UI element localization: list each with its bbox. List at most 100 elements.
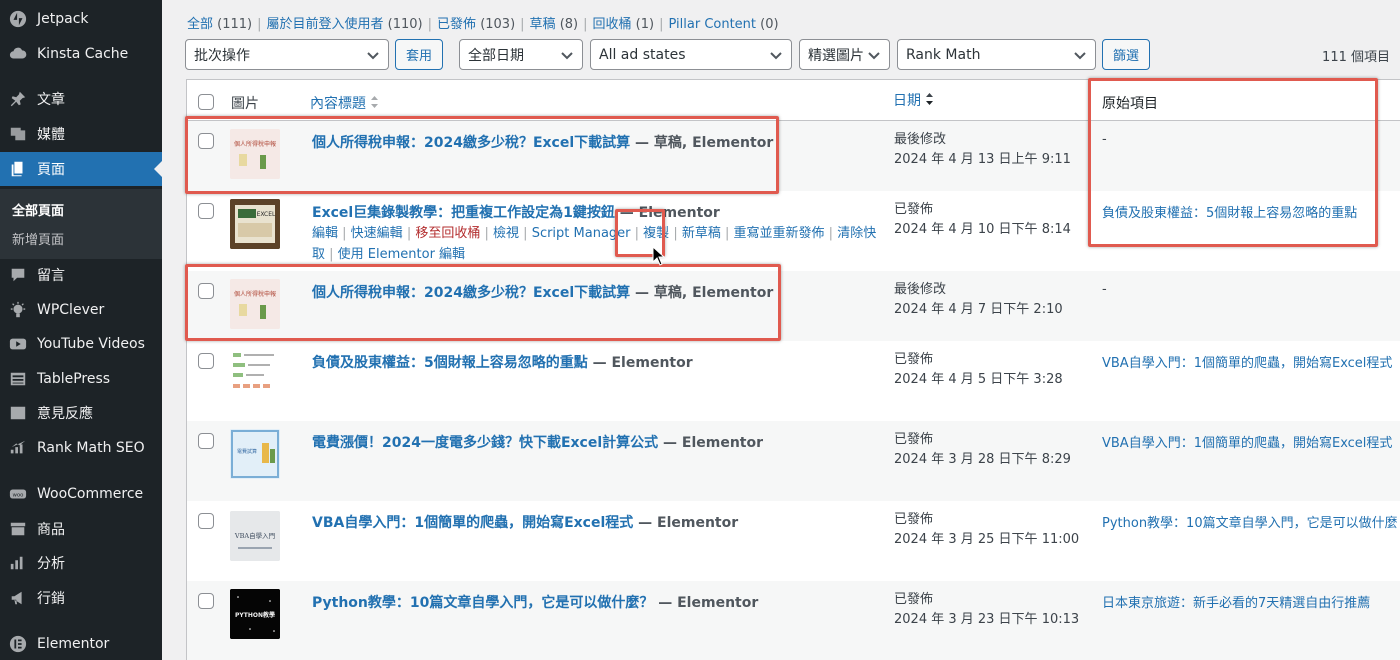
menu-item-woocommerce[interactable]: woo WooCommerce [0,477,162,511]
row-checkbox[interactable] [198,283,214,299]
menu-item-rank-math-seo[interactable]: Rank Math SEO [0,431,162,465]
row-date: 已發佈 2024 年 3 月 25 日下午 11:00 [894,512,1080,547]
column-image: 圖片 [231,96,259,112]
filter-button[interactable]: 篩選 [1102,39,1150,70]
page-title-link[interactable]: 負債及股東權益：5個財報上容易忽略的重點 [312,355,588,371]
menu-item-wpclever[interactable]: WPClever [0,293,162,327]
row-checkbox[interactable] [198,593,214,609]
view-trash[interactable]: 回收桶 (1) [593,17,655,32]
page-title-link[interactable]: 個人所得稅申報：2024繳多少稅？Excel下載試算 [312,135,630,151]
view-all[interactable]: 全部 (111) [187,17,252,32]
table-row: VBA自學入門 VBA自學入門：1個簡單的爬蟲，開始寫Excel程式 — Ele… [187,501,1400,581]
view-published[interactable]: 已發佈 (103) [437,17,515,32]
menu-item-posts[interactable]: 文章 [0,82,162,116]
row-checkbox[interactable] [198,513,214,529]
menu-label: 留言 [37,268,65,284]
action-view[interactable]: 檢視 [493,226,519,241]
menu-item-kinsta-cache[interactable]: Kinsta Cache [0,37,162,71]
svg-text:個人所得稅申報: 個人所得稅申報 [234,290,276,298]
menu-label: 行銷 [37,591,65,607]
elementor-icon [8,634,28,654]
thumbnail-image[interactable]: 個人所得稅申報 [230,279,280,329]
view-pillar-content[interactable]: Pillar Content (0) [668,17,778,32]
mouse-cursor-icon [652,245,666,266]
row-original-link[interactable]: VBA自學入門：1個簡單的爬蟲，開始寫Excel程式 [1102,352,1392,371]
action-new-draft[interactable]: 新草稿 [682,226,721,241]
page-title-link[interactable]: Python教學：10篇文章自學入門，它是可以做什麼？ [312,595,653,611]
action-script-manager[interactable]: Script Manager [532,226,631,241]
page-title-link[interactable]: 電費漲價！2024一度電多少錢？快下載Excel計算公式 [312,435,658,451]
row-title: VBA自學入門：1個簡單的爬蟲，開始寫Excel程式 — Elementor [312,512,738,532]
post-state: — 草稿, Elementor [630,285,774,301]
table-row: EXCEL Excel巨集錄製教學：把重複工作設定為1鍵按鈕 — Element… [187,191,1400,271]
thumbnail-image[interactable]: 電費試算 [230,429,280,479]
table-row: 負債及股東權益：5個財報上容易忽略的重點 — Elementor 已發佈 2024… [187,341,1400,421]
menu-item-tablepress[interactable]: TablePress [0,362,162,396]
row-actions: 編輯 | 快速編輯 | 移至回收桶 | 檢視 | Script Manager … [312,226,877,262]
page-title-link[interactable]: 個人所得稅申報：2024繳多少稅？Excel下載試算 [312,285,630,301]
chevron-down-icon [769,48,783,62]
view-mine[interactable]: 屬於目前登入使用者 (110) [267,17,423,32]
featured-image-select[interactable]: 精選圖片 [799,39,890,70]
youtube-icon [8,334,28,354]
menu-item-analytics[interactable]: 分析 [0,546,162,580]
menu-item-media[interactable]: 媒體 [0,117,162,151]
action-trash[interactable]: 移至回收桶 [415,226,480,241]
row-checkbox[interactable] [198,433,214,449]
menu-item-products[interactable]: 商品 [0,512,162,546]
action-edit-with-elementor[interactable]: 使用 Elementor 編輯 [338,247,465,262]
menu-item-youtube-videos[interactable]: YouTube Videos [0,327,162,361]
menu-label: Jetpack [37,11,89,27]
menu-label: 媒體 [37,127,65,143]
menu-item-jetpack[interactable]: Jetpack [0,2,162,36]
pin-icon [8,89,28,109]
menu-item-pages[interactable]: 頁面 [0,152,162,186]
column-date-link[interactable]: 日期 [893,93,921,109]
column-date[interactable]: 日期 [893,90,934,110]
action-edit[interactable]: 編輯 [312,226,338,241]
menu-label: Rank Math SEO [37,440,145,456]
thumbnail-image[interactable]: PYTHON教學 [230,589,280,639]
menu-item-marketing[interactable]: 行銷 [0,581,162,615]
action-clone[interactable]: 複製 [643,226,669,241]
thumbnail-image[interactable]: VBA自學入門 [230,511,280,561]
row-date: 已發佈 2024 年 3 月 23 日下午 10:13 [894,592,1080,627]
bulk-action-select[interactable]: 批次操作 [185,39,389,70]
column-original: 原始項目 [1102,96,1158,112]
select-all-checkbox[interactable] [198,94,214,110]
thumbnail-image[interactable] [230,349,280,399]
thumbnail-image[interactable]: EXCEL [230,199,280,249]
menu-item-feedback[interactable]: 意見反應 [0,396,162,430]
column-title-link[interactable]: 內容標題 [310,96,366,112]
row-checkbox[interactable] [198,353,214,369]
svg-text:PYTHON教學: PYTHON教學 [235,611,275,619]
row-original-link[interactable]: 日本東京旅遊：新手必看的7天精選自由行推薦 [1102,592,1370,611]
column-title[interactable]: 內容標題 [310,93,379,113]
action-rewrite-republish[interactable]: 重寫並重新發佈 [734,226,825,241]
menu-label: WooCommerce [37,486,144,502]
select-value: Rank Math [906,46,981,63]
row-checkbox[interactable] [198,203,214,219]
row-original-link[interactable]: Python教學：10篇文章自學入門，它是可以做什麼 [1102,512,1398,531]
view-drafts[interactable]: 草稿 (8) [530,17,579,32]
table-icon [8,369,28,389]
page-title-link[interactable]: VBA自學入門：1個簡單的爬蟲，開始寫Excel程式 [312,515,633,531]
row-checkbox[interactable] [198,133,214,149]
chevron-down-icon [867,48,881,62]
row-original-link[interactable]: VBA自學入門：1個簡單的爬蟲，開始寫Excel程式 [1102,432,1392,451]
submenu-all-pages[interactable]: 全部頁面 [12,200,64,219]
select-value: All ad states [599,46,686,63]
ad-state-select[interactable]: All ad states [590,39,792,70]
submenu-add-page[interactable]: 新增頁面 [12,229,64,248]
apply-button[interactable]: 套用 [395,39,443,70]
date-filter-select[interactable]: 全部日期 [459,39,583,70]
menu-item-elementor[interactable]: Elementor [0,627,162,660]
menu-item-comments[interactable]: 留言 [0,258,162,292]
page-title-link[interactable]: Excel巨集錄製教學：把重複工作設定為1鍵按鈕 [312,205,615,221]
thumbnail-image[interactable]: 個人所得稅申報 [230,129,280,179]
action-quick-edit[interactable]: 快速編輯 [351,226,403,241]
row-original-link[interactable]: 負債及股東權益：5個財報上容易忽略的重點 [1102,202,1357,221]
row-title: 電費漲價！2024一度電多少錢？快下載Excel計算公式 — Elementor [312,432,763,452]
row-date: 最後修改 2024 年 4 月 7 日下午 2:10 [894,282,1063,317]
rank-math-select[interactable]: Rank Math [897,39,1096,70]
